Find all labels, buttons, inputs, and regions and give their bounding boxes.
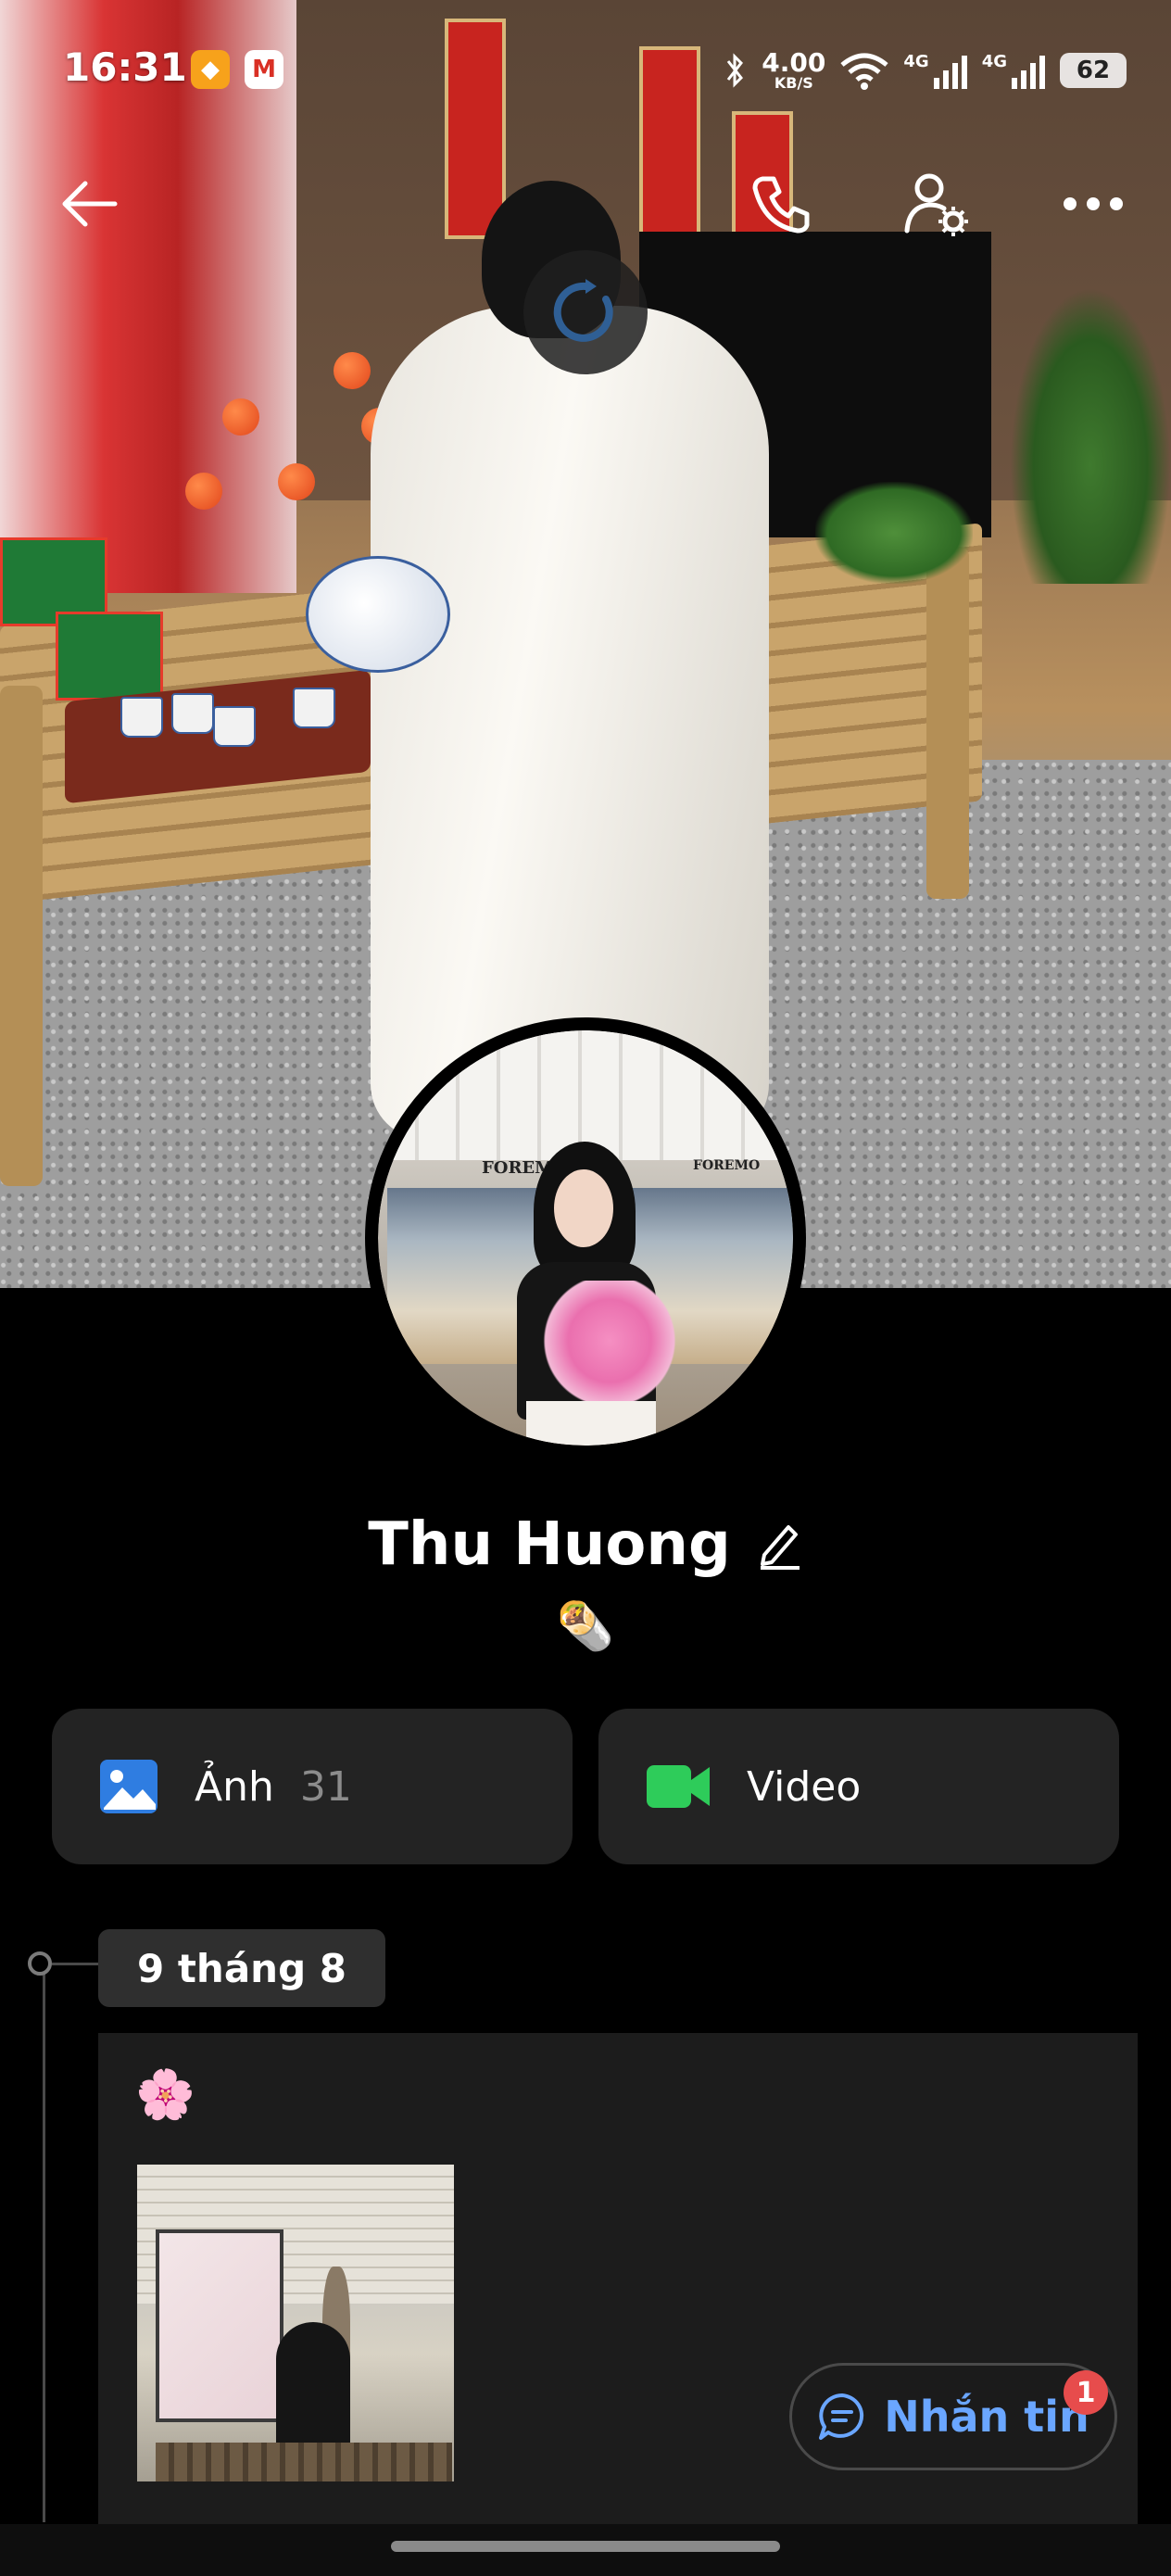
profile-name-row: Thu Huong [0, 1510, 1171, 1579]
persimmon [278, 463, 315, 500]
persimmon [334, 352, 371, 389]
more-horizontal-icon [1064, 197, 1123, 210]
store-sign: FOREMO [693, 1158, 761, 1173]
persimmon [185, 473, 222, 510]
call-button[interactable] [745, 167, 819, 241]
girl-face [554, 1169, 613, 1247]
signal-sim2: 4G [982, 52, 1047, 89]
timeline-line [43, 1966, 45, 2522]
tea-cup [293, 688, 335, 728]
bench-leg [926, 547, 969, 899]
loading-spinner-icon [553, 279, 613, 342]
timeline-connector [52, 1963, 98, 1965]
tea-cup [171, 693, 214, 734]
post-photo[interactable] [137, 2165, 454, 2481]
battery-indicator: 62 [1060, 53, 1127, 88]
wifi-icon [840, 53, 888, 90]
chat-bubble-icon [819, 2393, 864, 2440]
shop-window [156, 2229, 283, 2422]
teapot [306, 556, 450, 673]
orange-app-icon: ◆ [191, 50, 230, 89]
status-right: 4.00 KB/S 4G 4G 62 [721, 44, 1127, 96]
videos-label: Video [747, 1762, 862, 1811]
image-icon [100, 1760, 157, 1813]
video-camera-icon [647, 1765, 710, 1808]
pink-bouquet [540, 1281, 679, 1401]
status-time: 16:31 [63, 44, 187, 90]
notification-badge: 1 [1064, 2370, 1108, 2415]
more-button[interactable] [1056, 167, 1130, 241]
signal-bars-icon [1012, 56, 1045, 89]
gift-box [56, 612, 163, 701]
tea-cup [213, 706, 256, 747]
lotus-leaves [815, 482, 973, 584]
signal-sim1: 4G [903, 52, 968, 89]
timeline-dot [28, 1951, 52, 1976]
person-white-dress [371, 306, 769, 1140]
home-indicator[interactable] [391, 2541, 780, 2552]
status-emoji: 🌯 [556, 1599, 615, 1653]
network-speed: 4.00 KB/S [762, 47, 826, 92]
avatar-photo: FOREM FOREMO [378, 1030, 793, 1446]
status-bar: 16:31 ◆ M 4.00 KB/S 4G 4G 62 [0, 37, 1171, 102]
arrow-left-icon [62, 181, 118, 227]
loading-spinner [523, 250, 648, 374]
persimmon [222, 398, 259, 436]
profile-avatar[interactable]: FOREM FOREMO [365, 1017, 806, 1458]
tea-cup [120, 697, 163, 738]
timeline-date: 9 tháng 8 [98, 1929, 385, 2007]
profile-settings-button[interactable] [900, 167, 975, 241]
signal-bars-icon [933, 56, 967, 89]
store-ceiling [378, 1030, 793, 1160]
bench-leg [0, 686, 43, 1186]
user-settings-icon [904, 173, 968, 236]
pencil-icon[interactable] [757, 1520, 803, 1570]
post-emoji: 🌸 [135, 2067, 195, 2123]
girl-skirt [526, 1401, 656, 1446]
photos-button[interactable]: Ảnh 31 [52, 1709, 573, 1864]
plant [1010, 287, 1171, 584]
photos-label: Ảnh [195, 1762, 274, 1811]
videos-button[interactable]: Video [598, 1709, 1119, 1864]
photos-count: 31 [299, 1762, 352, 1811]
bluetooth-icon [727, 53, 744, 88]
message-button-label: Nhắn tin [884, 2392, 1089, 2442]
cafe-tables [156, 2443, 452, 2481]
gmail-icon: M [245, 50, 283, 89]
phone-icon [752, 176, 810, 234]
back-button[interactable] [52, 167, 126, 241]
profile-name: Thu Huong [368, 1510, 731, 1579]
